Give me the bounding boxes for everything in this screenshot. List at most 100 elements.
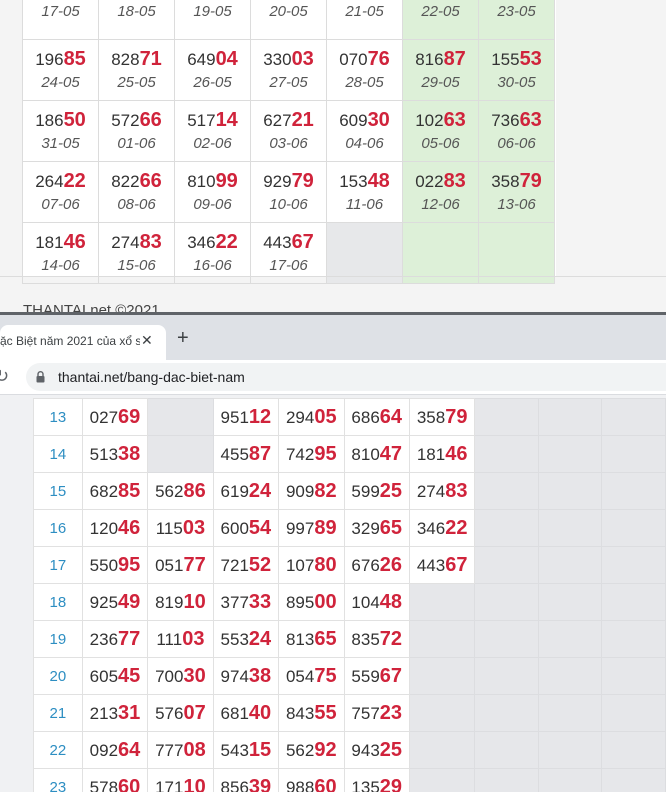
number-prefix: 682 xyxy=(89,481,119,501)
calendar-day-cell: 18650 31-05 xyxy=(22,100,99,162)
number-prefix: 700 xyxy=(155,666,184,686)
result-cell: 83572 xyxy=(343,620,410,658)
empty-cell xyxy=(474,398,539,436)
number-prefix: 909 xyxy=(285,481,315,501)
empty-cell xyxy=(601,435,666,473)
number-prefix: 810 xyxy=(351,444,380,464)
number-suffix: 86 xyxy=(183,479,206,502)
number-suffix: 47 xyxy=(379,442,403,465)
result-number: 15553 xyxy=(479,49,554,70)
result-date: 25-05 xyxy=(117,74,156,91)
result-cell: 11503 xyxy=(147,509,214,547)
empty-cell xyxy=(601,509,666,547)
number-suffix: 66 xyxy=(139,170,162,192)
number-prefix: 346 xyxy=(187,233,216,252)
number-suffix: 77 xyxy=(118,627,141,650)
calendar-empty-cell xyxy=(478,222,555,284)
tab-title: ặc Biệt năm 2021 của xổ số xyxy=(0,334,140,348)
number-prefix: 813 xyxy=(285,629,315,649)
number-suffix: 08 xyxy=(183,738,206,761)
calendar-day-cell: 64904 26-05 xyxy=(174,39,251,101)
number-prefix: 153 xyxy=(339,172,368,191)
result-cell: 75723 xyxy=(343,694,410,732)
result-date: 22-05 xyxy=(421,2,460,20)
empty-cell xyxy=(537,731,603,769)
number-prefix: 377 xyxy=(220,592,249,612)
number-prefix: 562 xyxy=(285,740,315,760)
number-prefix: 107 xyxy=(285,555,315,575)
result-number: 51714 xyxy=(175,110,250,131)
result-cell: 44367 xyxy=(408,546,476,584)
number-prefix: 974 xyxy=(220,666,249,686)
result-cell: 68140 xyxy=(212,694,280,732)
day-number: 18 xyxy=(33,583,83,621)
result-cell: 84355 xyxy=(278,694,345,732)
number-suffix: 26 xyxy=(379,553,403,576)
number-prefix: 135 xyxy=(351,777,380,792)
result-cell: 90982 xyxy=(278,472,345,510)
calendar-day-cell: 82266 08-06 xyxy=(98,161,175,223)
calendar-day-cell: 22-05 xyxy=(402,0,479,40)
result-cell: 70030 xyxy=(147,657,214,695)
number-suffix: 10 xyxy=(183,775,206,792)
number-suffix: 54 xyxy=(248,516,272,539)
calendar-day-cell: 57266 01-06 xyxy=(98,100,175,162)
number-suffix: 03 xyxy=(291,48,314,70)
number-prefix: 092 xyxy=(89,740,119,760)
result-cell: 45587 xyxy=(212,435,280,473)
close-icon[interactable]: ✕ xyxy=(141,332,153,349)
plus-icon[interactable]: + xyxy=(177,328,189,348)
result-cell: 81365 xyxy=(278,620,345,658)
number-prefix: 605 xyxy=(89,666,119,686)
number-suffix: 25 xyxy=(379,738,403,761)
calendar-week-row: 19685 24-05 82871 25-05 64904 26-05 33003 27-05… xyxy=(22,39,555,101)
number-suffix: 05 xyxy=(314,405,337,428)
number-suffix: 77 xyxy=(183,553,206,576)
result-date: 28-05 xyxy=(345,74,384,91)
result-number: 57266 xyxy=(99,110,174,131)
calendar-day-cell: 26422 07-06 xyxy=(22,161,99,223)
result-date: 17-06 xyxy=(269,257,308,274)
result-date: 26-05 xyxy=(193,74,232,91)
calendar-day-cell: 44367 17-06 xyxy=(250,222,327,284)
number-prefix: 576 xyxy=(155,703,184,723)
result-cell: 99789 xyxy=(278,509,345,547)
calendar-day-cell: 92979 10-06 xyxy=(250,161,327,223)
number-prefix: 517 xyxy=(187,111,216,130)
day-number: 23 xyxy=(33,768,83,792)
number-prefix: 627 xyxy=(263,111,292,130)
number-prefix: 513 xyxy=(89,444,119,464)
result-number: 26422 xyxy=(23,171,98,192)
number-prefix: 213 xyxy=(89,703,119,723)
result-cell: 21331 xyxy=(81,694,149,732)
calendar-empty-cell xyxy=(326,222,403,284)
result-cell: 68285 xyxy=(81,472,149,510)
result-date: 18-05 xyxy=(117,2,156,20)
empty-cell xyxy=(537,435,603,473)
result-number: 34622 xyxy=(175,232,250,253)
calendar-empty-cell xyxy=(402,222,479,284)
day-number: 22 xyxy=(33,731,83,769)
calendar-day-cell: 81687 29-05 xyxy=(402,39,479,101)
number-suffix: 53 xyxy=(519,48,542,70)
number-prefix: 600 xyxy=(220,518,249,538)
number-suffix: 10 xyxy=(183,590,206,613)
result-date: 11-06 xyxy=(345,196,384,213)
result-cell: 81047 xyxy=(343,435,410,473)
result-number: 73663 xyxy=(479,110,554,131)
number-prefix: 925 xyxy=(89,592,119,612)
day-number: 19 xyxy=(33,620,83,658)
number-prefix: 070 xyxy=(339,50,368,69)
calendar-day-cell: 18-05 xyxy=(98,0,175,40)
empty-cell xyxy=(537,657,603,695)
empty-cell xyxy=(537,472,603,510)
calendar-day-cell: 34622 16-06 xyxy=(174,222,251,284)
empty-cell xyxy=(601,546,666,584)
number-prefix: 578 xyxy=(89,777,119,792)
number-prefix: 816 xyxy=(415,50,444,69)
reload-icon[interactable]: ↻ xyxy=(0,366,9,387)
number-prefix: 171 xyxy=(155,777,184,792)
address-bar[interactable]: thantai.net/bang-dac-biet-nam xyxy=(26,363,666,391)
calendar-day-cell: 35879 13-06 xyxy=(478,161,555,223)
browser-tab[interactable]: ặc Biệt năm 2021 của xổ số ✕ xyxy=(0,325,166,360)
